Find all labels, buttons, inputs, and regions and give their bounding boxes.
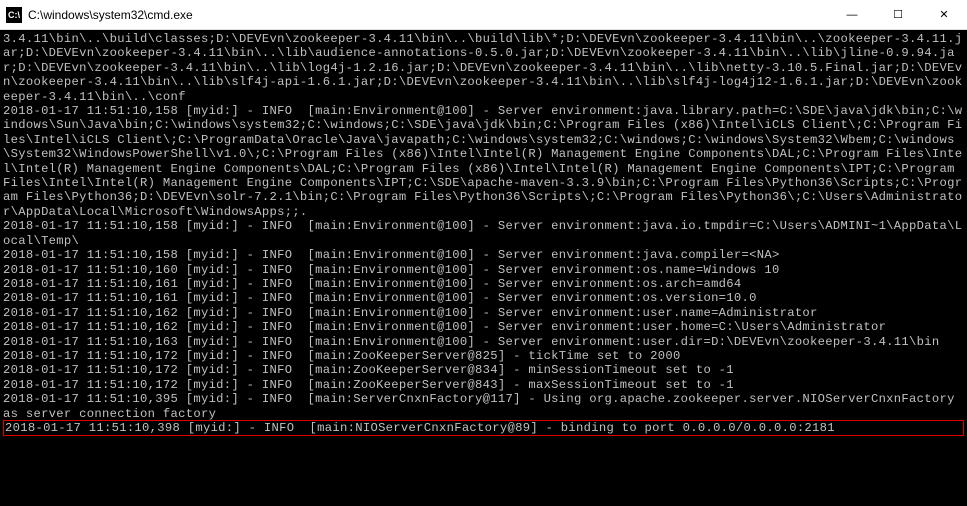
minimize-button[interactable]: — [829,0,875,30]
close-button[interactable]: ✕ [921,0,967,30]
window-title: C:\windows\system32\cmd.exe [28,8,829,22]
window-titlebar: C:\ C:\windows\system32\cmd.exe — ☐ ✕ [0,0,967,30]
cmd-icon: C:\ [6,7,22,23]
maximize-button[interactable]: ☐ [875,0,921,30]
terminal-output[interactable]: 3.4.11\bin\..\build\classes;D:\DEVEvn\zo… [0,30,967,506]
window-controls: — ☐ ✕ [829,0,967,30]
highlighted-log-line: 2018-01-17 11:51:10,398 [myid:] - INFO [… [3,420,964,436]
console-log-pre: 3.4.11\bin\..\build\classes;D:\DEVEvn\zo… [3,32,962,421]
